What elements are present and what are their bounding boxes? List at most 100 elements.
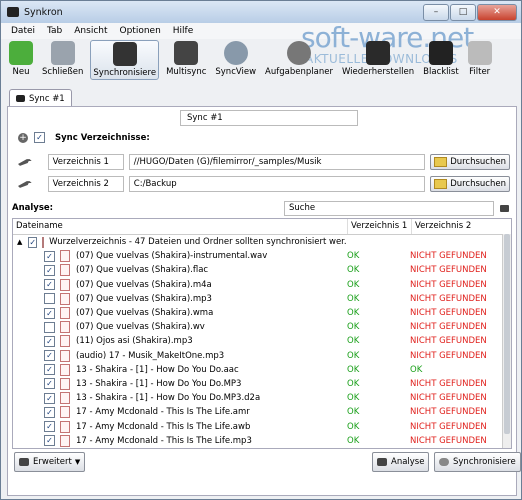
blacklist-icon [428, 41, 453, 65]
file-name: 13 - Shakira - [1] - How Do You Do.MP3 [76, 378, 242, 389]
toolbar-restore-button[interactable]: Wiederherstellen [340, 40, 416, 78]
status-folder-2: NICHT GEFUNDEN [410, 393, 487, 404]
table-row[interactable]: (07) Que vuelvas (Shakira).wv OK NICHT GEF… [13, 320, 511, 334]
file-icon [60, 335, 70, 348]
row-checkbox[interactable]: ✓ [44, 279, 55, 291]
row-checkbox[interactable]: ✓ [44, 350, 55, 362]
wrench-icon[interactable] [18, 180, 32, 188]
multisync-icon [174, 41, 199, 65]
row-checkbox[interactable] [44, 293, 55, 305]
tab-sync-1[interactable]: Sync #1 [9, 89, 72, 107]
menu-datei[interactable]: Datei [5, 26, 41, 36]
table-row[interactable]: ✓ (11) Ojos asi (Shakira).mp3 OK NICHT GEFU… [13, 334, 511, 348]
toolbar-multisync-button[interactable]: Multisync [164, 40, 208, 78]
toolbar-filter-button[interactable]: Filter [466, 40, 494, 78]
col-folder-1[interactable]: Verzeichnis 1 [348, 219, 412, 234]
table-row[interactable]: ✓ (07) Que vuelvas (Shakira).wma OK NICHT G… [13, 306, 511, 320]
folder-2-path[interactable]: C:/Backup [128, 176, 426, 192]
synchronise-button[interactable]: Synchronisiere [434, 452, 521, 472]
toolbar-label: Blacklist [423, 67, 459, 77]
file-name: (07) Que vuelvas (Shakira)-instrumental.… [76, 251, 268, 262]
advanced-button[interactable]: Erweitert ▼ [14, 452, 86, 472]
folder-1-path[interactable]: //HUGO/Daten (G)/filemirror/_samples/Mus… [128, 154, 426, 170]
collapse-arrow-icon[interactable]: ▲ [17, 238, 22, 246]
status-folder-1: OK [347, 251, 360, 262]
minimize-button[interactable]: – [423, 4, 449, 21]
toolbar-scheduler-button[interactable]: Aufgabenplaner [263, 40, 335, 78]
toolbar-close-button[interactable]: Schließen [40, 40, 85, 78]
table-row[interactable]: ✓ 17 - Amy Mcdonald - This Is The Life.aw… [13, 419, 511, 433]
file-icon [60, 307, 70, 320]
sync-name-field[interactable]: Sync #1 [180, 110, 358, 126]
close-window-button[interactable]: ✕ [477, 4, 517, 21]
toolbar-blacklist-button[interactable]: Blacklist [421, 40, 460, 78]
status-folder-1: OK [347, 407, 360, 418]
toolbar-label: Neu [12, 67, 30, 77]
toolbar-syncview-button[interactable]: SyncView [213, 40, 258, 78]
status-folder-1: OK [347, 350, 360, 361]
toolbar-label: Synchronisiere [93, 68, 157, 78]
table-row[interactable]: ✓ (07) Que vuelvas (Shakira)-instrumental… [13, 249, 511, 263]
menu-tab[interactable]: Tab [41, 26, 68, 36]
menu-ansicht[interactable]: Ansicht [68, 26, 113, 36]
new-icon [9, 41, 33, 65]
add-folder-icon[interactable]: + [18, 132, 28, 143]
folder-2-browse-button[interactable]: Durchsuchen [430, 176, 510, 192]
wrench-icon[interactable] [18, 158, 32, 166]
folder-1-label[interactable]: Verzeichnis 1 [47, 154, 124, 170]
file-icon [60, 292, 70, 305]
root-row[interactable]: ▲ ✓ Wurzelverzeichnis - 47 Dateien und O… [13, 235, 511, 249]
clear-search-icon[interactable] [500, 204, 509, 212]
folder-icon [42, 236, 45, 248]
file-name: 13 - Shakira - [1] - How Do You Do.aac [76, 364, 239, 375]
table-row[interactable]: ✓ 17 - Amy Mcdonald - This Is The Life.mp… [13, 434, 511, 448]
row-checkbox[interactable]: ✓ [44, 435, 55, 447]
analyse-button[interactable]: Analyse [372, 452, 430, 472]
maximize-button[interactable]: □ [450, 4, 476, 21]
row-checkbox[interactable]: ✓ [44, 406, 55, 418]
table-row[interactable]: ✓ 17 - Amy Mcdonald - This Is The Life.am… [13, 405, 511, 419]
table-row[interactable]: ✓ (audio) 17 - Musik_MakeItOne.mp3 OK NICHT… [13, 349, 511, 363]
status-folder-1: OK [347, 435, 360, 446]
col-folder-2[interactable]: Verzeichnis 2 [412, 219, 507, 234]
toolbar-sync-button[interactable]: Synchronisiere [90, 40, 160, 80]
menu-optionen[interactable]: Optionen [114, 26, 167, 36]
folder-2-label[interactable]: Verzeichnis 2 [47, 176, 124, 192]
binoculars-icon [377, 458, 387, 466]
row-checkbox[interactable]: ✓ [44, 392, 55, 404]
table-row[interactable]: ✓ 13 - Shakira - [1] - How Do You Do.MP3.… [13, 391, 511, 405]
advanced-label: Erweitert [33, 457, 72, 467]
file-icon [60, 363, 70, 376]
row-checkbox[interactable]: ✓ [44, 364, 55, 376]
row-checkbox[interactable]: ✓ [44, 421, 55, 433]
folder-row-1: Verzeichnis 1 //HUGO/Daten (G)/filemirro… [18, 153, 510, 171]
row-checkbox[interactable]: ✓ [44, 335, 55, 347]
col-filename[interactable]: Dateiname [13, 219, 348, 234]
root-checkbox[interactable]: ✓ [28, 236, 38, 248]
toolbar-label: Filter [469, 67, 491, 77]
menu-hilfe[interactable]: Hilfe [167, 26, 199, 36]
table-row[interactable]: ✓ (07) Que vuelvas (Shakira).m4a OK NICHT G… [13, 278, 511, 292]
table-row[interactable]: ✓ 13 - Shakira - [1] - How Do You Do.aac O… [13, 363, 511, 377]
sync-folders-checkbox[interactable]: ✓ [34, 132, 45, 143]
row-checkbox[interactable]: ✓ [44, 250, 55, 262]
sync-folders-header: + ✓ Sync Verzeichnisse: [18, 132, 150, 143]
row-checkbox[interactable] [44, 321, 55, 333]
scrollbar-thumb[interactable] [504, 234, 510, 434]
row-checkbox[interactable]: ✓ [44, 378, 55, 390]
row-checkbox[interactable]: ✓ [44, 307, 55, 319]
status-folder-2: OK [410, 364, 423, 375]
status-folder-2: NICHT GEFUNDEN [410, 279, 487, 290]
window-controls: – □ ✕ [423, 4, 517, 21]
row-checkbox[interactable]: ✓ [44, 264, 55, 276]
table-scrollbar[interactable] [502, 234, 511, 448]
analyse-label: Analyse: [12, 203, 54, 213]
search-input[interactable]: Suche [284, 200, 494, 216]
table-row[interactable]: ✓ 13 - Shakira - [1] - How Do You Do.MP3 O… [13, 377, 511, 391]
toolbar-new-button[interactable]: Neu [7, 40, 35, 78]
folder-1-browse-button[interactable]: Durchsuchen [430, 154, 510, 170]
table-row[interactable]: (07) Que vuelvas (Shakira).mp3 OK NICHT GE… [13, 292, 511, 306]
table-row[interactable]: ✓ (07) Que vuelvas (Shakira).flac OK NICHT … [13, 263, 511, 277]
browse-label: Durchsuchen [450, 179, 506, 189]
toolbar-label: Multisync [166, 67, 207, 77]
